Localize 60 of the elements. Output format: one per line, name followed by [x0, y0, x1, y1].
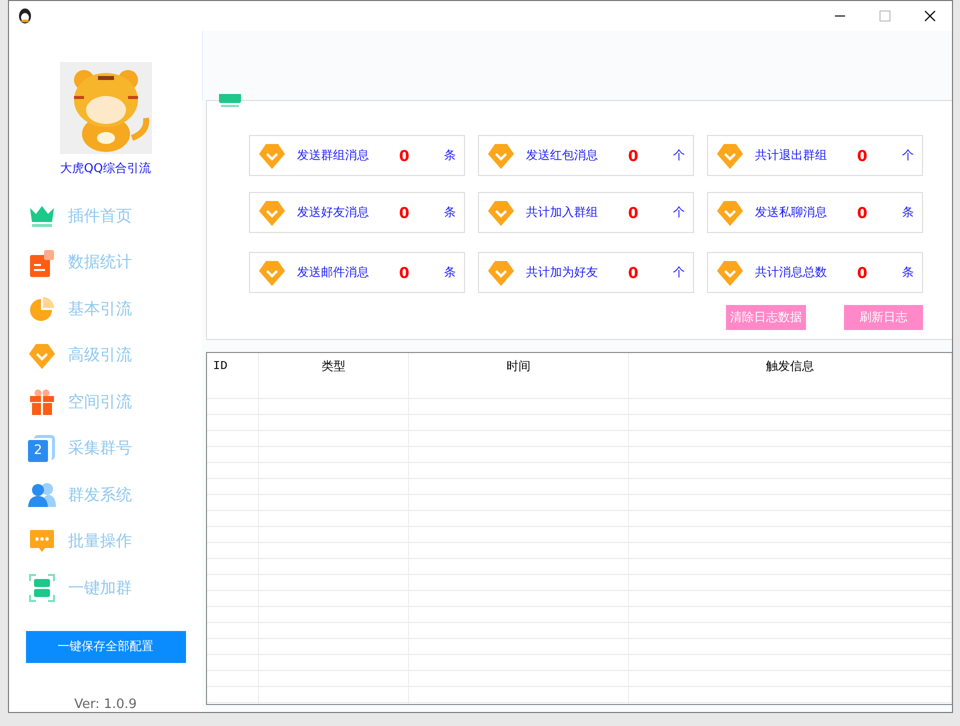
diamond-icon — [259, 142, 285, 168]
users-icon — [28, 482, 56, 508]
save-all-button[interactable]: 一键保存全部配置 — [26, 630, 186, 662]
stat-unit: 条 — [444, 147, 456, 164]
stat-value: 0 — [628, 146, 640, 164]
stat-unit: 条 — [902, 264, 914, 281]
scan-icon — [28, 574, 56, 602]
close-icon[interactable] — [924, 10, 936, 22]
stat-value: 0 — [628, 264, 640, 282]
sidebar-item[interactable]: 群发系统 — [9, 472, 202, 518]
diamond-icon — [717, 142, 743, 168]
stat-label: 发送红包消息 — [526, 147, 599, 164]
stat-value: 0 — [399, 264, 410, 282]
sidebar-item[interactable]: 一键加群 — [9, 565, 202, 612]
sidebar-item[interactable]: 基本引流 — [9, 286, 202, 332]
stat-unit: 个 — [673, 264, 685, 281]
diamond-icon — [488, 200, 514, 226]
diamond-icon — [259, 200, 285, 226]
sidebar-item[interactable]: 插件首页 — [9, 193, 202, 240]
stat-value: 0 — [857, 204, 868, 222]
log-button[interactable]: 刷新日志 — [844, 305, 923, 330]
diamond-icon — [488, 260, 514, 286]
sidebar-item[interactable]: 高级引流 — [9, 332, 202, 379]
stat-value: 0 — [399, 204, 410, 222]
stat-label: 共计加入群组 — [526, 204, 599, 221]
diamond-icon — [488, 142, 514, 168]
stat-value: 0 — [857, 264, 868, 282]
sidebar-item[interactable]: 数据统计 — [9, 240, 202, 286]
version-label: Ver: 1.0.9 — [74, 696, 137, 712]
stat-label: 发送私聊消息 — [755, 204, 828, 221]
stat-unit: 条 — [444, 204, 456, 221]
stat-unit: 条 — [444, 264, 456, 281]
stat-label: 共计加为好友 — [526, 264, 599, 281]
document-icon — [28, 248, 56, 277]
diamond-icon — [28, 342, 56, 369]
stat-unit: 条 — [902, 204, 914, 221]
stat-label: 发送邮件消息 — [297, 264, 370, 281]
tray-icon — [219, 94, 241, 108]
sidebar-item[interactable]: 批量操作 — [9, 518, 202, 565]
stat-unit: 个 — [673, 147, 685, 164]
stat-label: 共计消息总数 — [755, 264, 828, 281]
pie-chart-icon — [28, 296, 56, 322]
stat-label: 发送群组消息 — [297, 147, 370, 164]
stat-label: 共计退出群组 — [755, 147, 828, 164]
stat-value: 0 — [628, 204, 640, 222]
gift-icon — [28, 389, 56, 416]
log-button[interactable]: 清除日志数据 — [726, 305, 806, 330]
app-name: 大虎QQ综合引流 — [60, 160, 151, 177]
crown-icon — [28, 204, 56, 228]
stat-unit: 个 — [673, 204, 685, 221]
sidebar-item[interactable]: 空间引流 — [9, 379, 202, 426]
stat-value: 0 — [399, 146, 410, 164]
stat-value: 0 — [857, 146, 868, 164]
diamond-icon — [717, 200, 743, 226]
stat-label: 发送好友消息 — [297, 204, 370, 221]
diamond-icon — [717, 260, 743, 286]
stat-unit: 个 — [902, 147, 914, 164]
penguin-icon — [18, 8, 32, 24]
sidebar-item[interactable]: 2 采集群号 — [9, 426, 202, 472]
diamond-icon — [259, 260, 285, 286]
